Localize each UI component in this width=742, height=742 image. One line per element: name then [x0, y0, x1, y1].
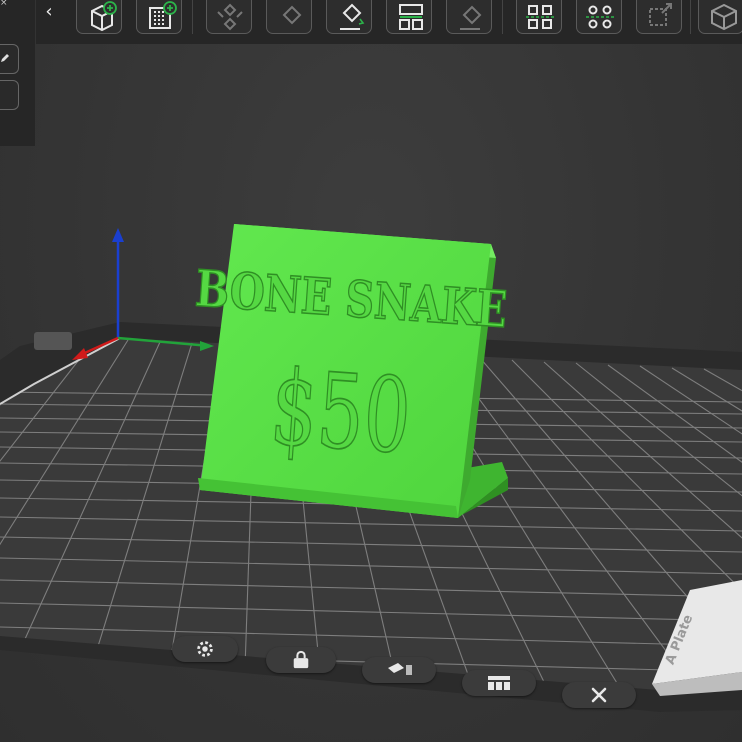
pencil-icon	[1, 54, 9, 62]
split-icon	[399, 4, 423, 30]
toolbar-separator	[502, 0, 503, 34]
tool-split[interactable]	[386, 0, 432, 34]
close-icon	[591, 687, 607, 703]
plate-tab[interactable]	[0, 0, 742, 742]
variable-layer-icon	[526, 5, 554, 29]
bottom-lock-button[interactable]	[266, 647, 336, 673]
bottom-settings-button[interactable]	[172, 636, 238, 662]
tool-add-plate[interactable]	[136, 0, 182, 34]
support-paint-icon	[586, 5, 614, 29]
bottom-auto-orient-button[interactable]	[362, 657, 436, 683]
bottom-arrange-button[interactable]	[462, 670, 536, 696]
tool-scale[interactable]	[636, 0, 682, 34]
lay-on-face-icon	[340, 3, 365, 30]
3d-viewport[interactable]: BONE SNAKE $50 A Plate × ‹	[0, 0, 742, 742]
tool-variable-layer[interactable]	[516, 0, 562, 34]
tool-auto-orient[interactable]	[206, 0, 252, 34]
auto-orient-icon	[217, 3, 243, 31]
tool-add-object[interactable]	[76, 0, 122, 34]
tool-cut[interactable]	[446, 0, 492, 34]
side-empty-button[interactable]	[0, 80, 19, 110]
add-object-icon	[91, 1, 117, 32]
tool-support-paint[interactable]	[576, 0, 622, 34]
tool-lay-on-face[interactable]	[326, 0, 372, 34]
bottom-close-button[interactable]	[562, 682, 636, 708]
edit-button[interactable]	[0, 44, 19, 74]
toolbar-separator	[192, 0, 193, 34]
cut-icon	[460, 5, 482, 30]
tool-arrange[interactable]	[266, 0, 312, 34]
collapse-panel-button[interactable]: ‹	[38, 0, 60, 26]
panel-close-mark[interactable]: ×	[0, 0, 14, 8]
tool-assembly[interactable]	[698, 0, 742, 34]
assembly-icon	[711, 3, 737, 31]
auto-orient-icon	[388, 663, 412, 675]
left-side-panel: ×	[0, 0, 35, 146]
toolbar-separator	[690, 0, 691, 34]
add-plate-icon	[149, 1, 177, 29]
arrange-icon	[488, 676, 510, 690]
scale-icon	[649, 3, 672, 26]
lock-icon	[293, 650, 309, 669]
arrange-icon	[282, 5, 302, 25]
settings-icon	[197, 641, 213, 657]
